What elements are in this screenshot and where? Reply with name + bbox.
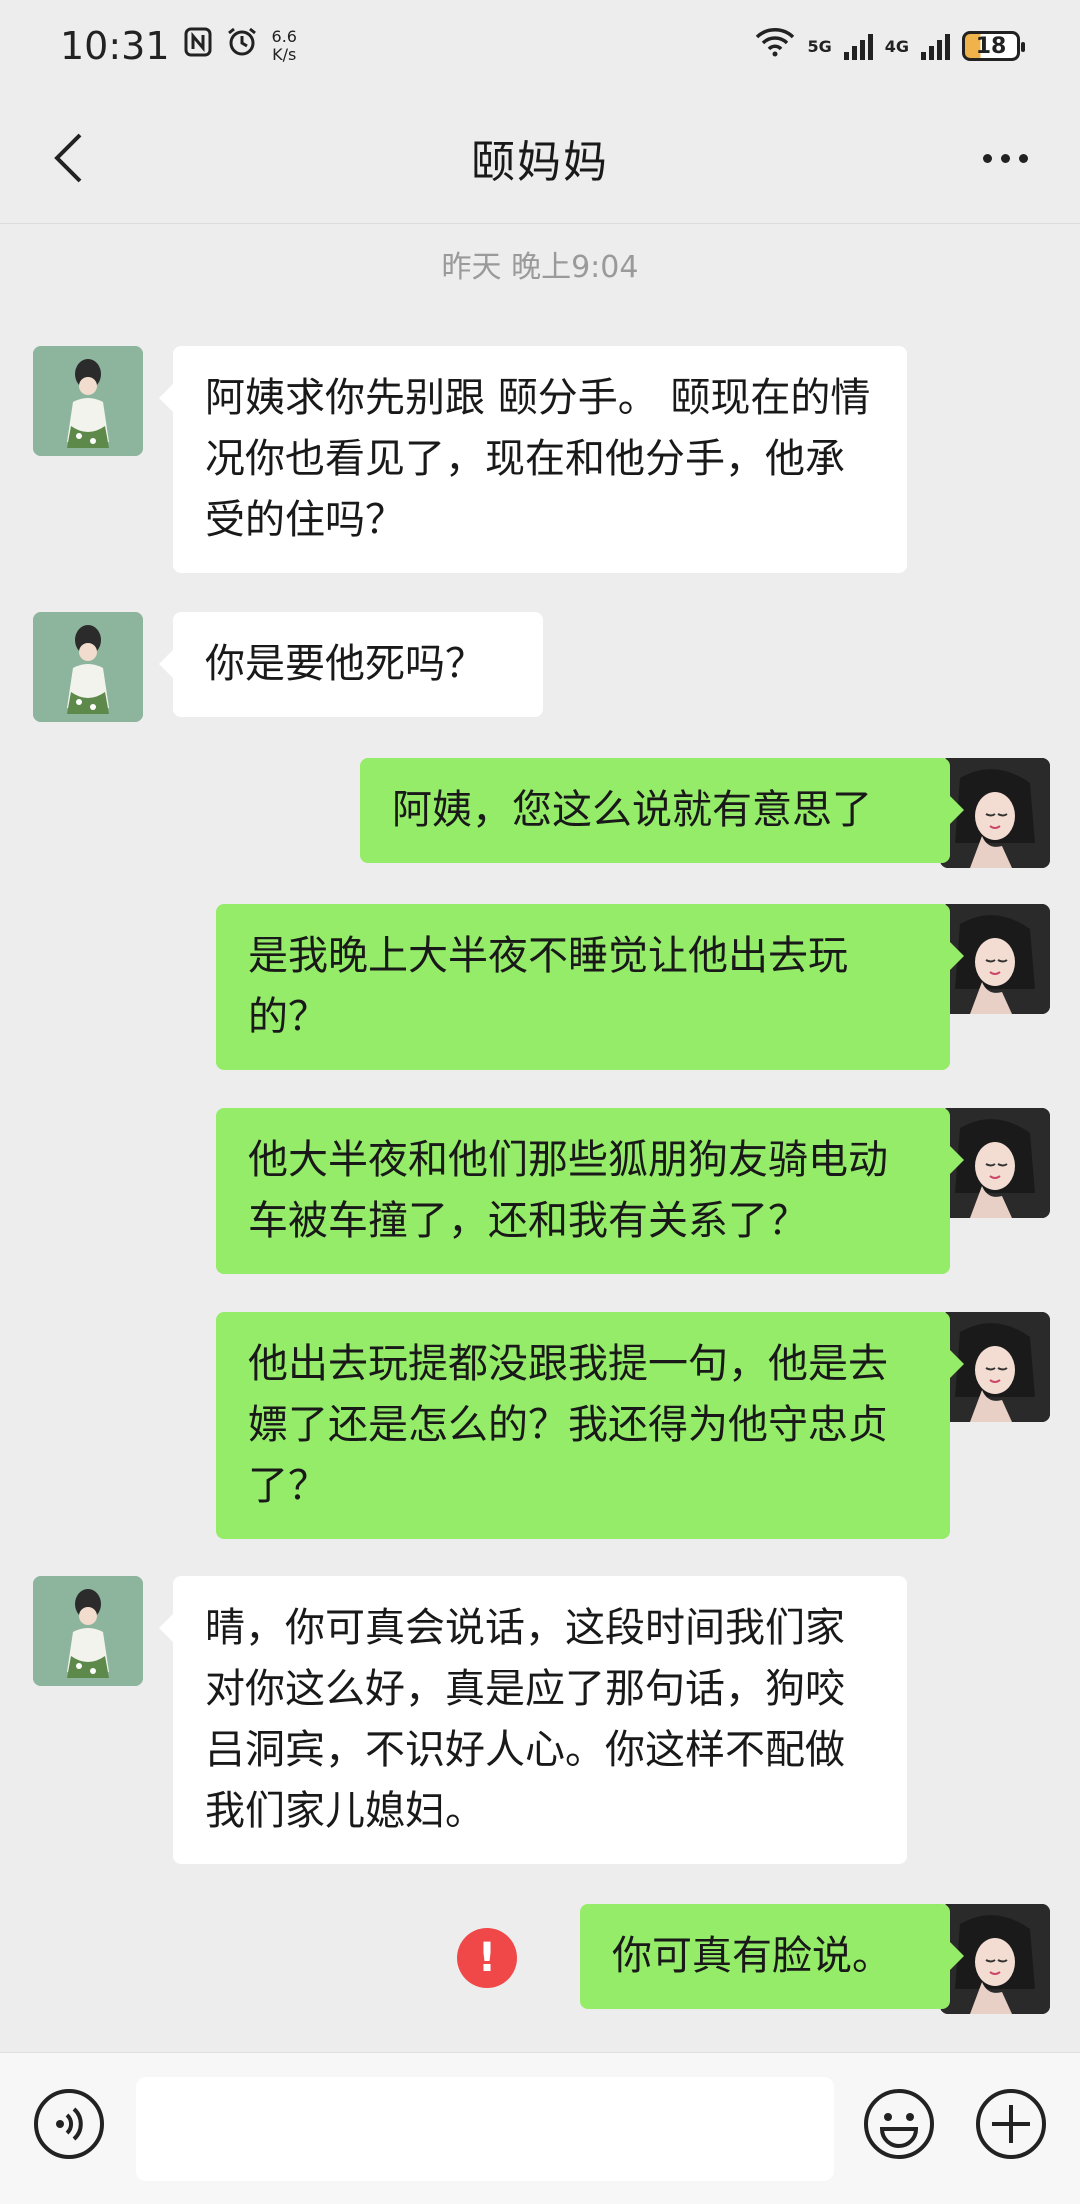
avatar-other[interactable]: [33, 612, 143, 722]
status-bar: 10:31 6.6 K/s 5G 4G 18: [0, 0, 1080, 92]
alarm-icon: [226, 26, 258, 66]
message-bubble-other[interactable]: 你是要他死吗？: [159, 612, 543, 717]
wifi-icon: [755, 27, 795, 65]
more-dot-icon: [982, 153, 992, 163]
battery-level: 18: [975, 33, 1007, 59]
avatar-other[interactable]: [33, 346, 143, 456]
more-dot-icon: [1018, 153, 1028, 163]
chat-title: 颐妈妈: [471, 136, 609, 188]
signal-icon-2: [921, 32, 950, 60]
voice-icon: [34, 2089, 104, 2159]
emoji-button[interactable]: [862, 2087, 936, 2161]
message-bubble-self[interactable]: 他大半夜和他们那些狐朋狗友骑电动车被车撞了，还和我有关系了？: [216, 1108, 964, 1274]
plus-icon: [976, 2089, 1046, 2159]
network-speed-unit: K/s: [272, 45, 297, 64]
message-bubble-self[interactable]: 他出去玩提都没跟我提一句，他是去嫖了还是怎么的？我还得为他守忠贞了？: [216, 1312, 964, 1539]
avatar-other[interactable]: [33, 1576, 143, 1686]
send-failed-icon[interactable]: !: [457, 1928, 517, 1988]
status-time: 10:31: [60, 24, 170, 68]
network-5g-label: 5G: [807, 36, 832, 56]
message-bubble-other[interactable]: 晴，你可真会说话，这段时间我们家对你这么好，真是应了那句话，狗咬吕洞宾，不识好人…: [159, 1576, 907, 1864]
chat-header: 颐妈妈: [0, 92, 1080, 224]
message-bubble-other[interactable]: 阿姨求你先别跟 颐分手。 颐现在的情况你也看见了，现在和他分手，他承受的住吗？: [159, 346, 907, 573]
chevron-left-icon: [54, 133, 82, 183]
status-right: 5G 4G 18: [755, 27, 1025, 65]
more-options-button[interactable]: [970, 132, 1040, 184]
voice-button[interactable]: [32, 2087, 106, 2161]
network-speed: 6.6 K/s: [272, 28, 297, 64]
message-timestamp: 昨天 晚上9:04: [441, 250, 639, 285]
signal-icon-1: [843, 32, 873, 60]
status-left: 10:31 6.6 K/s: [60, 24, 297, 68]
battery-icon: 18: [962, 31, 1025, 61]
network-speed-value: 6.6: [271, 27, 297, 46]
message-input[interactable]: [136, 2077, 834, 2181]
input-bar: [0, 2052, 1080, 2204]
message-bubble-self[interactable]: 阿姨，您这么说就有意思了: [360, 758, 964, 863]
emoji-icon: [864, 2089, 934, 2159]
network-4g-label: 4G: [884, 36, 909, 56]
message-bubble-self[interactable]: 是我晚上大半夜不睡觉让他出去玩的？: [216, 904, 964, 1070]
back-button[interactable]: [40, 128, 96, 188]
more-dot-icon: [1000, 153, 1010, 163]
more-functions-button[interactable]: [974, 2087, 1048, 2161]
message-bubble-self[interactable]: 你可真有脸说。: [580, 1904, 964, 2009]
nfc-icon: [184, 27, 212, 65]
